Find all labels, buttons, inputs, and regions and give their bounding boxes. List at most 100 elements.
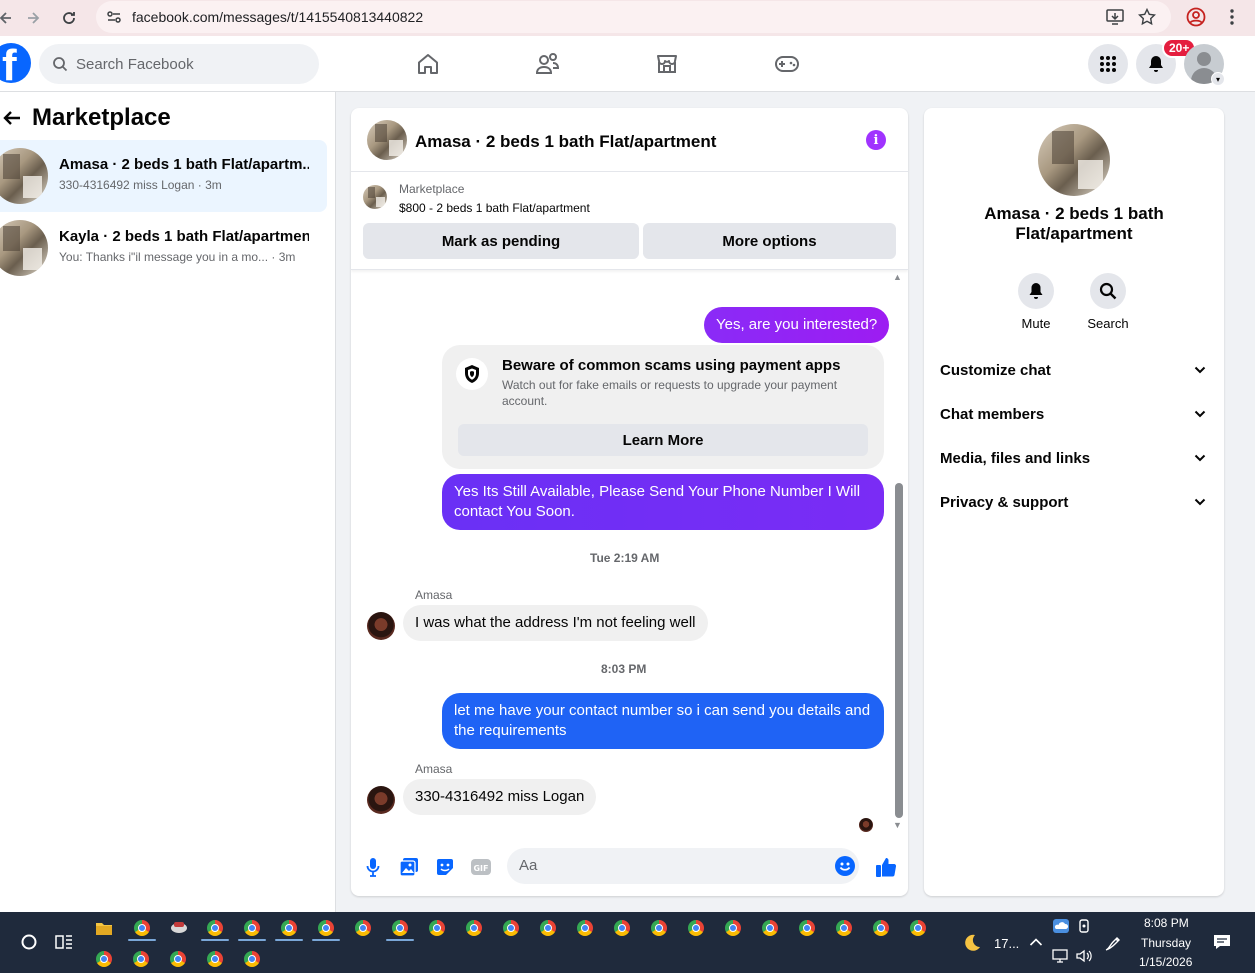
clock-date[interactable]: 1/15/2026 — [1139, 955, 1192, 969]
chrome-taskbar-icon[interactable] — [466, 920, 486, 940]
chrome-taskbar-icon[interactable] — [134, 920, 154, 940]
taskbar-running-indicator — [201, 939, 229, 941]
learn-more-button[interactable]: Learn More — [458, 424, 868, 456]
bookmark-star-icon[interactable] — [1134, 4, 1160, 30]
pen-icon[interactable] — [1103, 933, 1123, 953]
chrome-taskbar-icon[interactable] — [133, 951, 153, 971]
facebook-logo-icon[interactable]: f — [0, 43, 31, 83]
section-label: Media, files and links — [940, 449, 1091, 467]
moon-weather-icon[interactable] — [962, 933, 982, 953]
chrome-taskbar-icon[interactable] — [577, 920, 597, 940]
taskbar-running-indicator — [312, 939, 340, 941]
chrome-taskbar-icon[interactable] — [244, 920, 264, 940]
onedrive-icon[interactable] — [1052, 918, 1072, 938]
search-placeholder: Search Facebook — [76, 55, 194, 73]
clock-day[interactable]: Thursday — [1141, 936, 1191, 950]
forward-nav-icon[interactable] — [19, 4, 47, 32]
address-bar[interactable]: facebook.com/messages/t/1415540813440822 — [96, 1, 1171, 33]
network-icon[interactable] — [1052, 949, 1072, 969]
customize-chat-section[interactable]: Customize chat — [940, 348, 1210, 392]
gaming-icon[interactable] — [771, 48, 803, 80]
scroll-up-icon[interactable]: ▲ — [893, 272, 902, 282]
media-files-links-section[interactable]: Media, files and links — [940, 436, 1210, 480]
mark-as-pending-button[interactable]: Mark as pending — [363, 223, 639, 259]
app-taskbar-icon[interactable] — [170, 920, 190, 940]
clock-time[interactable]: 8:08 PM — [1144, 916, 1189, 930]
chat-title[interactable]: Amasa · 2 beds 1 bath Flat/apartment — [415, 132, 716, 152]
chrome-taskbar-icon[interactable] — [207, 920, 227, 940]
scrollbar-thumb[interactable] — [895, 483, 903, 818]
chrome-taskbar-icon[interactable] — [207, 951, 227, 971]
marketplace-icon[interactable] — [651, 48, 683, 80]
more-options-button[interactable]: More options — [643, 223, 896, 259]
chrome-taskbar-icon[interactable] — [873, 920, 893, 940]
gif-icon[interactable]: GIF — [469, 855, 493, 879]
shield-icon — [456, 358, 488, 390]
conversation-title: Kayla · 2 beds 1 bath Flat/apartment — [59, 228, 309, 245]
volume-icon[interactable] — [1075, 949, 1095, 969]
info-icon[interactable]: i — [866, 130, 886, 150]
weather-temperature[interactable]: 17... — [994, 936, 1019, 951]
chrome-taskbar-icon-active[interactable] — [355, 920, 375, 940]
notification-center-icon[interactable] — [1213, 933, 1233, 953]
chrome-taskbar-icon[interactable] — [614, 920, 634, 940]
photo-icon[interactable] — [397, 855, 421, 879]
conversation-item[interactable]: Kayla · 2 beds 1 bath Flat/apartment You… — [0, 212, 327, 284]
chevron-down-icon — [1190, 360, 1210, 380]
conversation-item[interactable]: Amasa · 2 beds 1 bath Flat/apartm... 330… — [0, 140, 327, 212]
scroll-down-icon[interactable]: ▼ — [893, 820, 902, 830]
privacy-support-section[interactable]: Privacy & support — [940, 480, 1210, 524]
file-explorer-icon[interactable] — [95, 920, 115, 940]
listing-price-title[interactable]: $800 - 2 beds 1 bath Flat/apartment — [399, 201, 590, 215]
home-icon[interactable] — [412, 48, 444, 80]
task-view-icon[interactable] — [55, 933, 75, 953]
chrome-taskbar-icon[interactable] — [799, 920, 819, 940]
chat-members-section[interactable]: Chat members — [940, 392, 1210, 436]
sender-avatar[interactable] — [367, 612, 395, 640]
search-in-chat-button[interactable]: Search — [1076, 273, 1140, 331]
site-settings-icon[interactable] — [106, 9, 122, 25]
chrome-taskbar-icon[interactable] — [392, 920, 412, 940]
browser-toolbar: facebook.com/messages/t/1415540813440822 — [0, 0, 1255, 36]
back-arrow-icon[interactable] — [0, 104, 24, 132]
chrome-taskbar-icon[interactable] — [318, 920, 338, 940]
chrome-taskbar-icon[interactable] — [725, 920, 745, 940]
device-icon[interactable] — [1078, 918, 1098, 938]
listing-thumbnail — [363, 185, 387, 209]
back-nav-icon[interactable] — [0, 4, 20, 32]
browser-menu-icon[interactable] — [1219, 4, 1245, 30]
reload-icon[interactable] — [55, 4, 83, 32]
chrome-taskbar-icon[interactable] — [170, 951, 190, 971]
mute-button[interactable]: Mute — [1004, 273, 1068, 331]
chrome-taskbar-icon[interactable] — [503, 920, 523, 940]
listing-photo[interactable] — [1038, 124, 1110, 196]
chrome-taskbar-icon[interactable] — [762, 920, 782, 940]
sticker-icon[interactable] — [433, 855, 457, 879]
chrome-taskbar-icon[interactable] — [836, 920, 856, 940]
install-app-icon[interactable] — [1102, 4, 1128, 30]
sender-avatar[interactable] — [367, 786, 395, 814]
search-circle-icon[interactable] — [20, 933, 40, 953]
chrome-taskbar-icon[interactable] — [244, 951, 264, 971]
sender-name: Amasa — [415, 588, 453, 602]
friends-icon[interactable] — [532, 48, 564, 80]
emoji-icon[interactable] — [835, 856, 855, 876]
chrome-taskbar-icon[interactable] — [910, 920, 930, 940]
chrome-taskbar-icon[interactable] — [688, 920, 708, 940]
message-input[interactable]: Aa — [507, 848, 859, 884]
chrome-taskbar-icon[interactable] — [540, 920, 560, 940]
chevron-up-icon[interactable] — [1029, 934, 1049, 954]
profile-account-icon[interactable] — [1183, 4, 1209, 30]
chat-thumbnail[interactable] — [367, 120, 407, 160]
account-chevron-icon[interactable]: ▾ — [1211, 72, 1225, 86]
chrome-taskbar-icon[interactable] — [96, 951, 116, 971]
chrome-taskbar-icon[interactable] — [651, 920, 671, 940]
page-title: Marketplace — [32, 104, 171, 131]
thumbs-up-icon[interactable] — [874, 855, 898, 879]
start-icon[interactable] — [0, 932, 14, 952]
microphone-icon[interactable] — [361, 855, 385, 879]
menu-grid-icon[interactable] — [1088, 44, 1128, 84]
chrome-taskbar-icon[interactable] — [429, 920, 449, 940]
chrome-taskbar-icon[interactable] — [281, 920, 301, 940]
search-input[interactable]: Search Facebook — [39, 44, 319, 84]
